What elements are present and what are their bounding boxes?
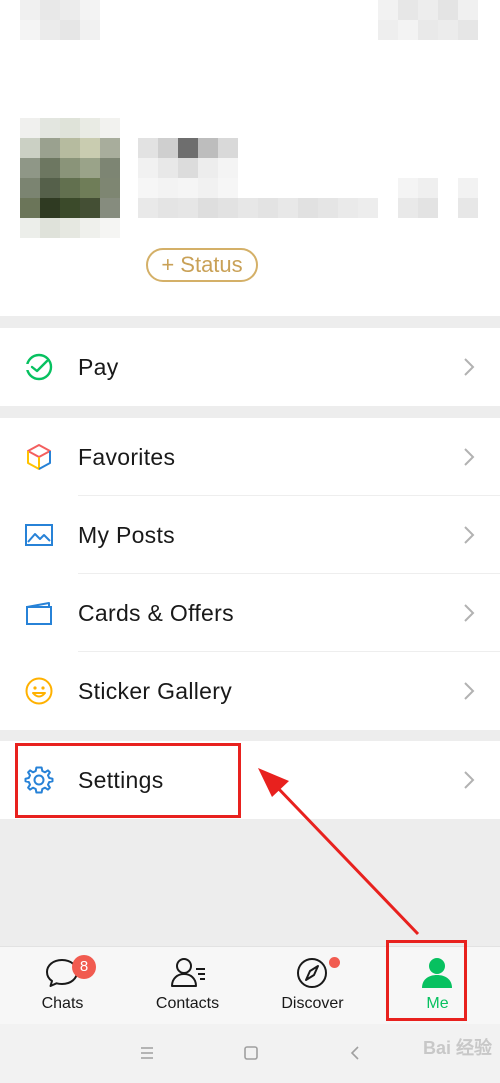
annotation-arrow — [258, 768, 420, 936]
